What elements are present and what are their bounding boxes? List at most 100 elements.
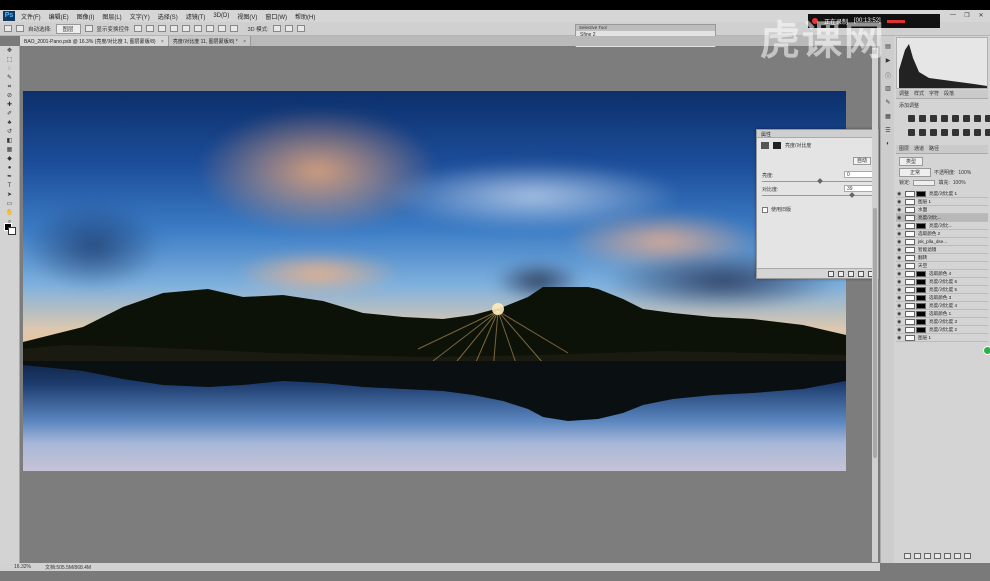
- layer-row[interactable]: ◉ jsk_plla_dse...: [896, 238, 988, 246]
- layer-row[interactable]: ◉ 选取颜色 2: [896, 230, 988, 238]
- eye-icon[interactable]: ◉: [897, 231, 903, 237]
- type-tool-icon[interactable]: T: [5, 183, 14, 190]
- tab-styles[interactable]: 样式: [914, 90, 924, 98]
- eye-icon[interactable]: ◉: [897, 327, 903, 333]
- properties-icon[interactable]: ☰: [884, 127, 892, 134]
- lookup-icon[interactable]: [930, 129, 937, 136]
- layer-row[interactable]: ◉ 亮度/对比度 3: [896, 318, 988, 326]
- doc-tab[interactable]: BAO_2001-Pano.psb @ 16.3% (亮度/对比度 1, 图层蒙…: [20, 36, 169, 46]
- scroll-thumb[interactable]: [873, 208, 877, 458]
- layer-row[interactable]: ◉ 亮度/对比度 6: [896, 278, 988, 286]
- layer-mask-thumbnail[interactable]: [916, 318, 926, 325]
- eye-icon[interactable]: ◉: [897, 207, 903, 213]
- eye-icon[interactable]: ◉: [897, 279, 903, 285]
- layer-row[interactable]: ◉ 水面: [896, 206, 988, 214]
- layer-mask-thumbnail[interactable]: [916, 302, 926, 309]
- 3d-roll-icon[interactable]: [284, 25, 293, 32]
- menu-select[interactable]: 选择(S): [158, 12, 178, 21]
- align-middle-icon[interactable]: [145, 25, 154, 32]
- layer-row[interactable]: ◉ 智能滤镜: [896, 246, 988, 254]
- menu-edit[interactable]: 编辑(E): [49, 12, 69, 21]
- eye-icon[interactable]: ◉: [897, 223, 903, 229]
- floating-ball-icon[interactable]: [983, 346, 990, 355]
- tab-channels[interactable]: 通道: [914, 145, 924, 153]
- zoom-level[interactable]: 16.32%: [14, 564, 31, 570]
- blend-mode[interactable]: 正常: [899, 168, 932, 177]
- layer-row[interactable]: ◉ 亮度/对比...: [896, 222, 988, 230]
- threshold-icon[interactable]: [963, 129, 970, 136]
- menu-help[interactable]: 帮助(H): [295, 12, 315, 21]
- menu-file[interactable]: 文件(F): [21, 12, 41, 21]
- eye-icon[interactable]: ◉: [897, 271, 903, 277]
- info-icon[interactable]: ⓘ: [884, 71, 892, 80]
- new-layer-icon[interactable]: [954, 553, 961, 559]
- mask-icon[interactable]: [773, 142, 781, 149]
- photo-filter-icon[interactable]: [908, 129, 915, 136]
- histogram-icon[interactable]: ▥: [884, 85, 892, 92]
- layer-row[interactable]: ◉ 亮度/对比度 2: [896, 326, 988, 334]
- lasso-tool-icon[interactable]: ◌: [5, 66, 14, 73]
- brush-panel-icon[interactable]: ✎: [884, 99, 892, 106]
- levels-icon[interactable]: [919, 115, 926, 122]
- contrast-slider-handle[interactable]: [849, 192, 855, 198]
- posterize-icon[interactable]: [952, 129, 959, 136]
- eye-icon[interactable]: ◉: [897, 311, 903, 317]
- bw-icon[interactable]: [985, 115, 990, 122]
- eye-icon[interactable]: ◉: [897, 215, 903, 221]
- gradient-map-icon[interactable]: [974, 129, 981, 136]
- clip-layer-icon[interactable]: [828, 270, 834, 277]
- distribute-icon[interactable]: [217, 25, 226, 32]
- eye-icon[interactable]: ◉: [897, 303, 903, 309]
- tab-paragraph[interactable]: 段落: [944, 90, 954, 98]
- layer-row[interactable]: ◉ 选取颜色 4: [896, 270, 988, 278]
- menu-layer[interactable]: 图层(L): [102, 12, 121, 21]
- doc-tab[interactable]: 亮度/对比度 11, 图层蒙版/8) * ×: [168, 36, 252, 46]
- vibrance-icon[interactable]: [952, 115, 959, 122]
- close-icon[interactable]: ✕: [976, 12, 986, 20]
- layer-mask-thumbnail[interactable]: [916, 326, 926, 333]
- stamp-tool-icon[interactable]: ♣: [5, 120, 14, 127]
- eye-icon[interactable]: ◉: [897, 335, 903, 341]
- layer-row[interactable]: ◉ 亮度/对比度 4: [896, 302, 988, 310]
- view-previous-icon[interactable]: [838, 270, 844, 277]
- fx-icon[interactable]: [914, 553, 921, 559]
- gradient-tool-icon[interactable]: ▦: [5, 147, 14, 154]
- close-icon[interactable]: ×: [243, 39, 246, 45]
- distribute-icon[interactable]: [205, 25, 214, 32]
- tab-paths[interactable]: 路径: [929, 145, 939, 153]
- layer-row[interactable]: ◉ 图层 1: [896, 198, 988, 206]
- visibility-icon[interactable]: [858, 270, 864, 277]
- checkbox-icon[interactable]: [84, 25, 93, 32]
- eye-icon[interactable]: ◉: [897, 247, 903, 253]
- selective-color-icon[interactable]: [985, 129, 990, 136]
- tab-adjustments[interactable]: 调整: [899, 90, 909, 98]
- eye-icon[interactable]: ◉: [897, 263, 903, 269]
- invert-icon[interactable]: [941, 129, 948, 136]
- align-top-icon[interactable]: [133, 25, 142, 32]
- menu-3d[interactable]: 3D(D): [213, 13, 229, 19]
- align-right-icon[interactable]: [193, 25, 202, 32]
- exposure-icon[interactable]: [941, 115, 948, 122]
- layer-row[interactable]: ◉ 翻转: [896, 254, 988, 262]
- pen-tool-icon[interactable]: ✒: [5, 174, 14, 181]
- eye-icon[interactable]: ◉: [897, 255, 903, 261]
- color-balance-icon[interactable]: [974, 115, 981, 122]
- eye-icon[interactable]: ◉: [897, 239, 903, 245]
- brightness-adjust-icon[interactable]: [908, 115, 915, 122]
- eye-icon[interactable]: ◉: [897, 319, 903, 325]
- shape-tool-icon[interactable]: ▭: [5, 201, 14, 208]
- brightness-slider-handle[interactable]: [817, 178, 823, 184]
- menu-image[interactable]: 图像(I): [77, 12, 95, 21]
- reset-icon[interactable]: [848, 270, 854, 277]
- menu-view[interactable]: 视图(V): [237, 12, 257, 21]
- path-select-icon[interactable]: ➤: [5, 192, 14, 199]
- move-tool-icon[interactable]: ✥: [5, 48, 14, 55]
- eye-icon[interactable]: ◉: [897, 199, 903, 205]
- eye-icon[interactable]: ◉: [897, 191, 903, 197]
- layer-mask-thumbnail[interactable]: [916, 278, 926, 285]
- blur-tool-icon[interactable]: ◆: [5, 156, 14, 163]
- align-center-icon[interactable]: [181, 25, 190, 32]
- opacity-value[interactable]: 100%: [958, 170, 971, 176]
- curves-icon[interactable]: [930, 115, 937, 122]
- layer-row[interactable]: ◉ 图层 1: [896, 334, 988, 342]
